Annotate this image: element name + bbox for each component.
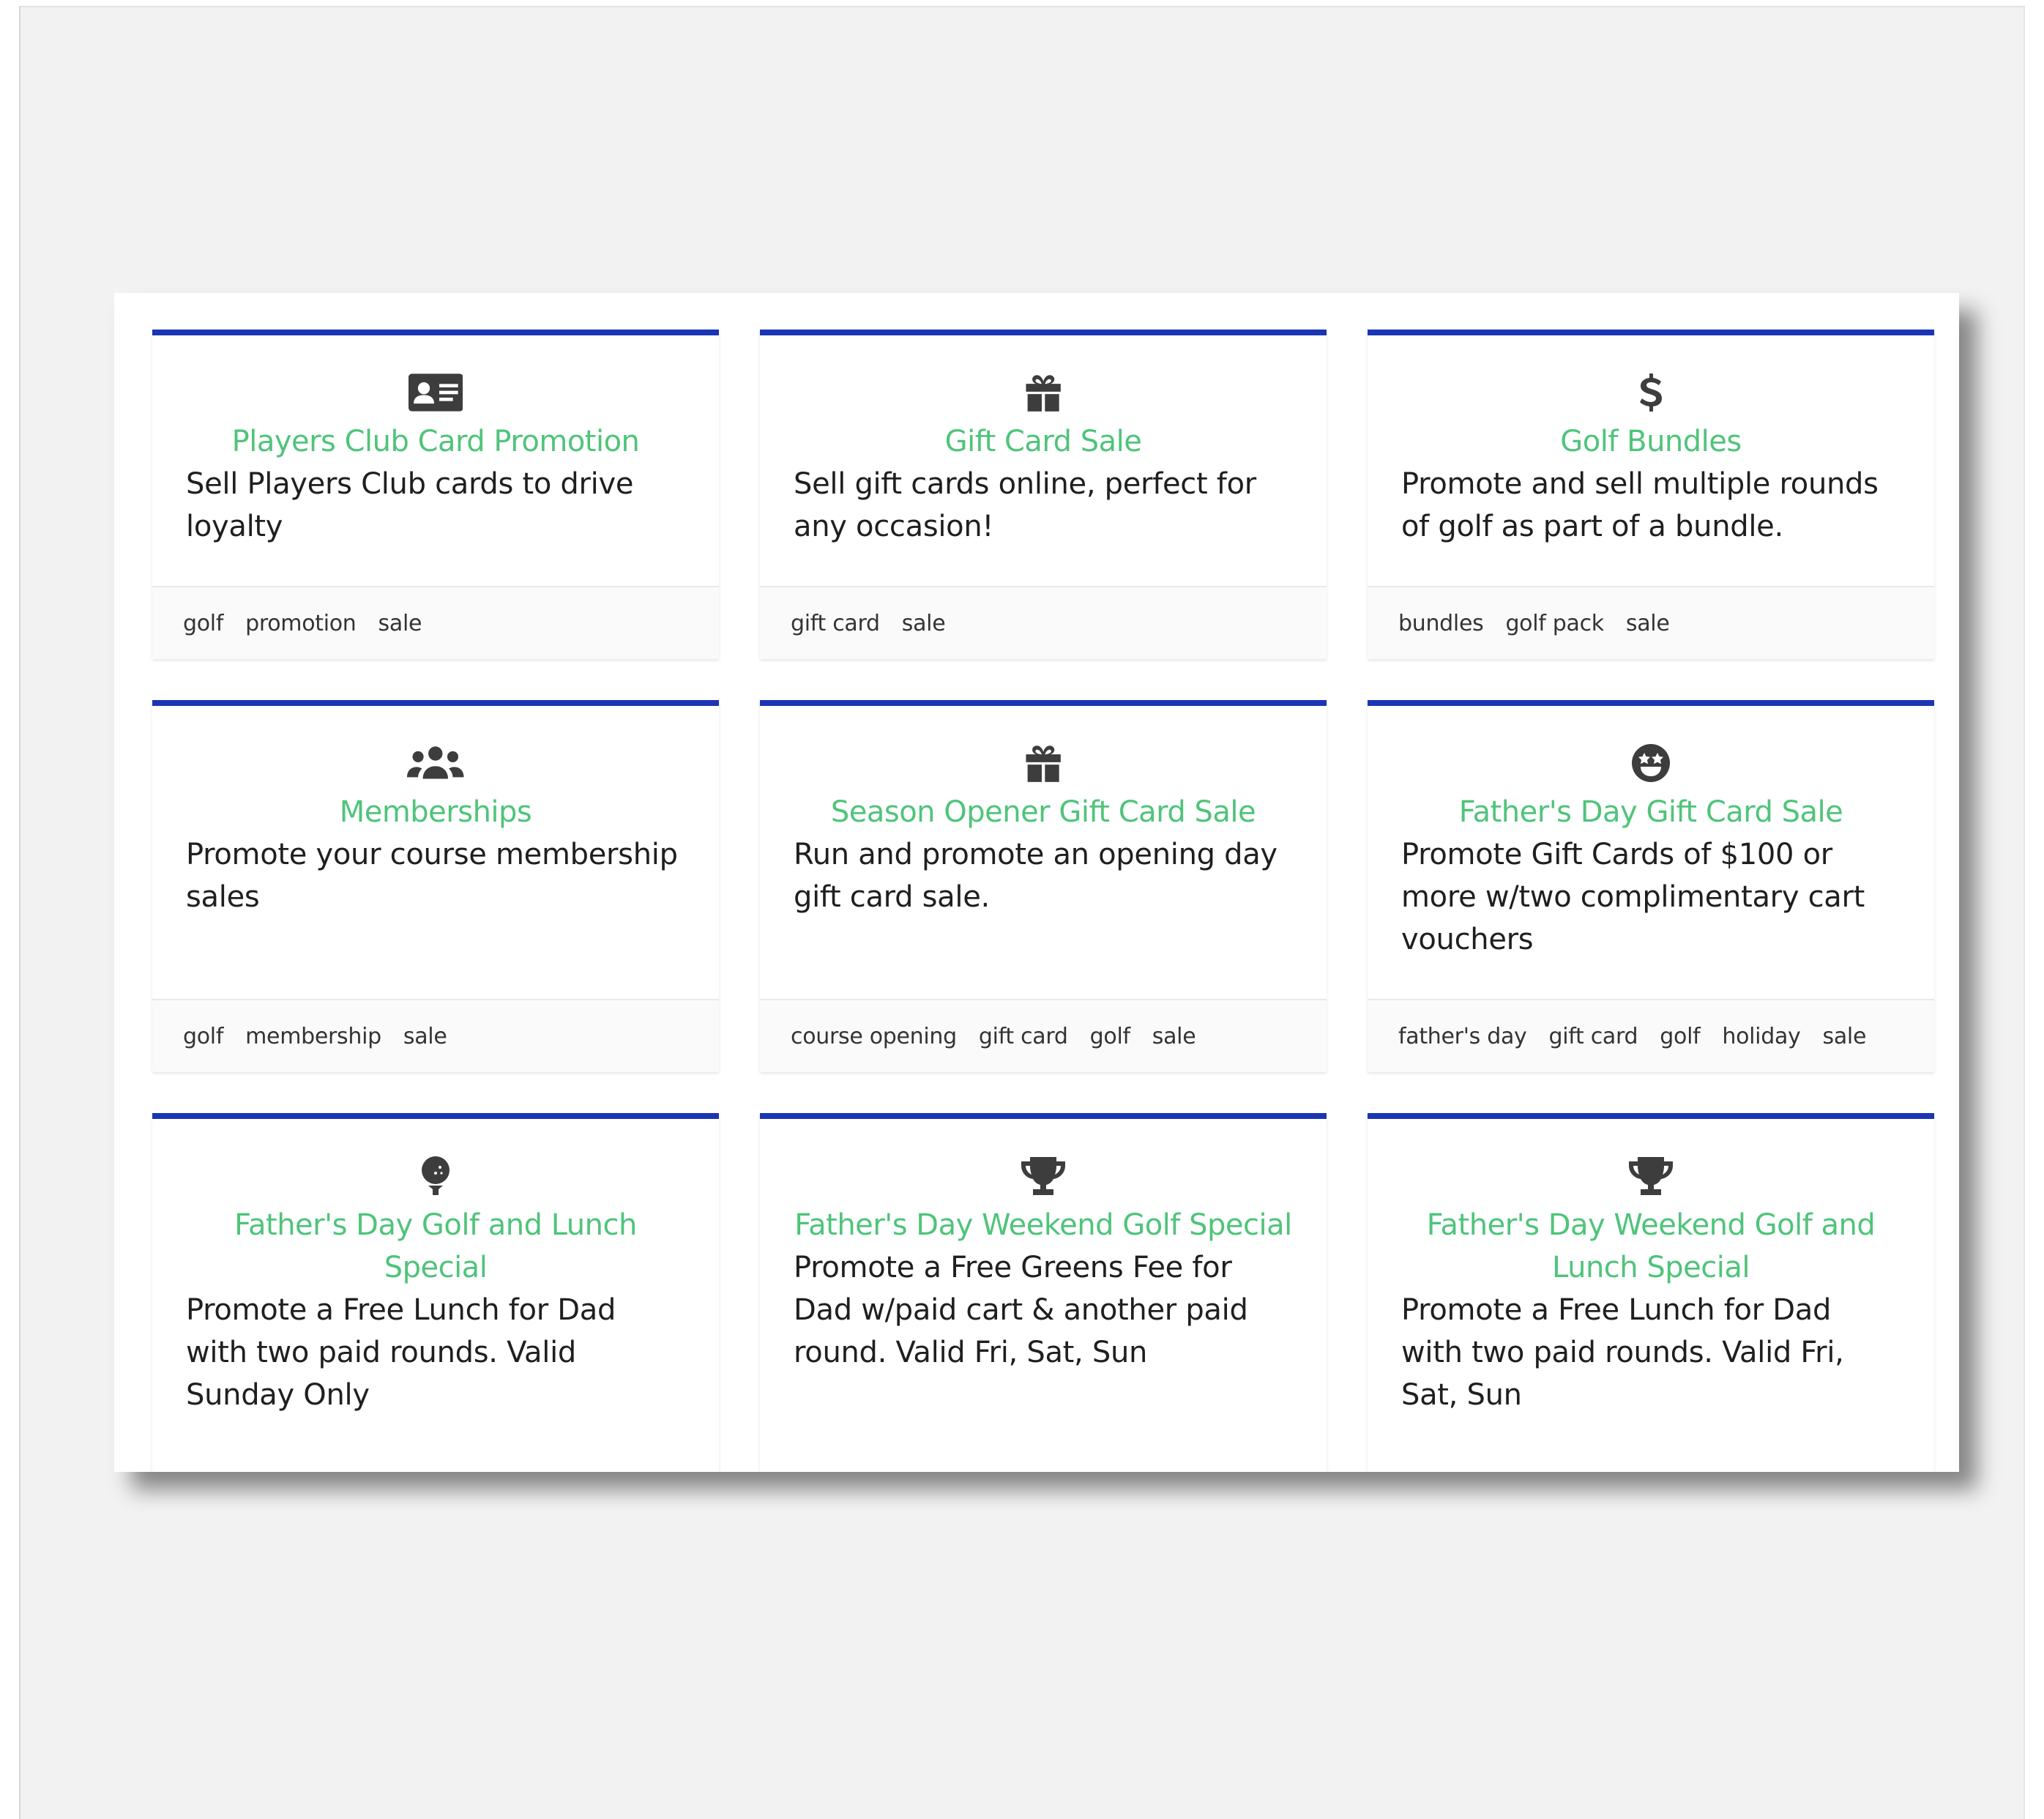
card-tags: bundles golf pack sale [1368,586,1934,659]
card-description: Promote a Free Lunch for Dad with two pa… [1401,1293,1844,1412]
card-description: Sell Players Club cards to drive loyalty [186,467,634,543]
template-gallery-panel: Players Club Card Promotion Sell Players… [114,293,1959,1472]
card-tag[interactable]: sale [1152,1024,1196,1049]
trophy-icon [794,1156,1293,1198]
card-title[interactable]: Father's Day Weekend Golf Special [794,1204,1293,1246]
card-tag[interactable]: sale [378,611,422,636]
card-title[interactable]: Golf Bundles [1401,420,1901,463]
card-body: Father's Day Weekend Golf Special Promot… [760,1119,1327,1472]
trophy-icon [1401,1156,1901,1198]
card-body: Players Club Card Promotion Sell Players… [152,335,719,586]
card-title[interactable]: Memberships [186,791,685,833]
template-card-2[interactable]: Gift Card Sale Sell gift cards online, p… [760,330,1327,659]
card-tag[interactable]: golf [1660,1024,1700,1049]
card-tag[interactable]: course opening [791,1024,957,1049]
card-title[interactable]: Father's Day Golf and Lunch Special [186,1204,685,1289]
gift-icon [794,743,1293,785]
template-card-9[interactable]: Father's Day Weekend Golf and Lunch Spec… [1368,1113,1934,1472]
gift-icon [794,372,1293,414]
template-card-6[interactable]: Father's Day Gift Card Sale Promote Gift… [1368,700,1934,1072]
card-description: Run and promote an opening day gift card… [794,838,1278,914]
card-description: Promote and sell multiple rounds of golf… [1401,467,1879,543]
card-description: Promote your course membership sales [186,838,678,914]
template-card-7[interactable]: Father's Day Golf and Lunch Special Prom… [152,1113,719,1472]
card-body: Season Opener Gift Card Sale Run and pro… [760,706,1327,999]
template-card-grid: Players Club Card Promotion Sell Players… [152,330,1934,1472]
card-tag[interactable]: father's day [1398,1024,1527,1049]
card-tag[interactable]: holiday [1722,1024,1800,1049]
card-tags: father's day gift card golf holiday sale [1368,999,1934,1072]
card-description: Promote a Free Lunch for Dad with two pa… [186,1293,616,1412]
card-body: Gift Card Sale Sell gift cards online, p… [760,335,1327,586]
template-card-3[interactable]: Golf Bundles Promote and sell multiple r… [1368,330,1934,659]
card-body: Father's Day Weekend Golf and Lunch Spec… [1368,1119,1934,1472]
card-body: Golf Bundles Promote and sell multiple r… [1368,335,1934,586]
template-card-4[interactable]: Memberships Promote your course membersh… [152,700,719,1072]
star-eyes-face-icon [1401,743,1901,785]
card-tag[interactable]: sale [403,1024,447,1049]
card-tag[interactable]: golf [183,611,223,636]
golf-ball-tee-icon [186,1156,685,1198]
template-card-1[interactable]: Players Club Card Promotion Sell Players… [152,330,719,659]
template-card-5[interactable]: Season Opener Gift Card Sale Run and pro… [760,700,1327,1072]
card-title[interactable]: Father's Day Gift Card Sale [1401,791,1901,833]
card-tags: course opening gift card golf sale [760,999,1327,1072]
card-description: Sell gift cards online, perfect for any … [794,467,1256,543]
card-tags: gift card sale [760,586,1327,659]
card-tag[interactable]: sale [902,611,946,636]
card-body: Memberships Promote your course membersh… [152,706,719,999]
card-tag[interactable]: golf [1090,1024,1130,1049]
card-tag[interactable]: sale [1626,611,1670,636]
dollar-sign-icon [1401,372,1901,414]
card-tag[interactable]: gift card [791,611,880,636]
card-tag[interactable]: gift card [979,1024,1068,1049]
card-title[interactable]: Gift Card Sale [794,420,1293,463]
card-description: Promote Gift Cards of $100 or more w/two… [1401,838,1865,956]
card-tag[interactable]: promotion [245,611,357,636]
card-tag[interactable]: bundles [1398,611,1484,636]
card-body: Father's Day Gift Card Sale Promote Gift… [1368,706,1934,999]
card-tag[interactable]: gift card [1549,1024,1638,1049]
card-tag[interactable]: golf [183,1024,223,1049]
card-tags: golf promotion sale [152,586,719,659]
card-description: Promote a Free Greens Fee for Dad w/paid… [794,1251,1248,1369]
id-card-icon [186,372,685,414]
card-tags: golf membership sale [152,999,719,1072]
card-tag[interactable]: membership [245,1024,381,1049]
template-card-8[interactable]: Father's Day Weekend Golf Special Promot… [760,1113,1327,1472]
card-tag[interactable]: sale [1823,1024,1867,1049]
users-icon [186,743,685,785]
card-body: Father's Day Golf and Lunch Special Prom… [152,1119,719,1472]
card-title[interactable]: Season Opener Gift Card Sale [794,791,1293,833]
card-tag[interactable]: golf pack [1505,611,1604,636]
card-title[interactable]: Father's Day Weekend Golf and Lunch Spec… [1401,1204,1901,1289]
card-title[interactable]: Players Club Card Promotion [186,420,685,463]
